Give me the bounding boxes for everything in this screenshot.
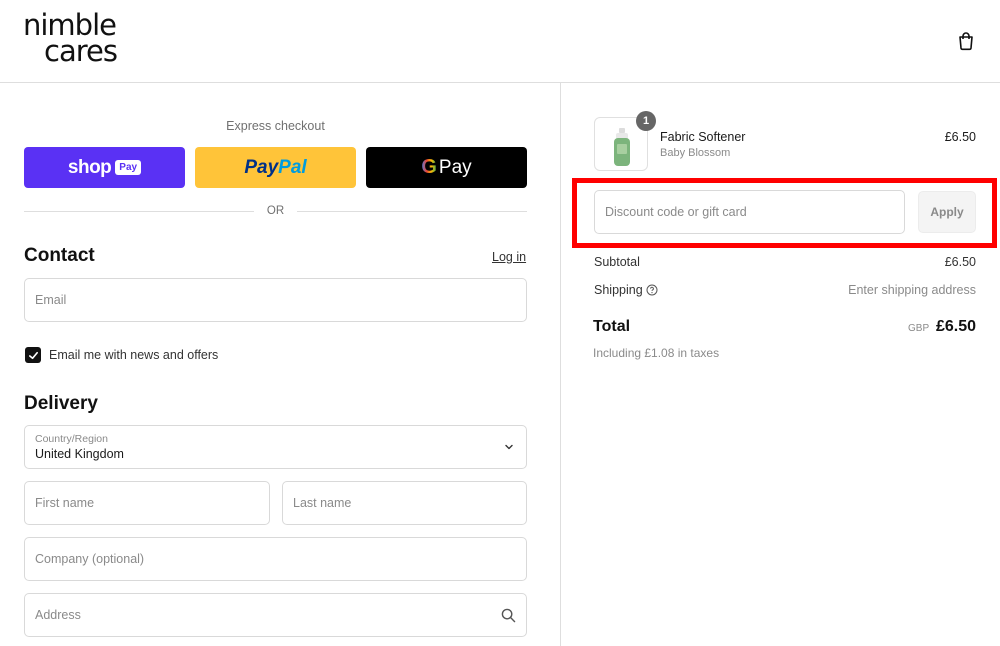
last-name-field[interactable]: Last name: [282, 481, 527, 525]
email-field[interactable]: Email: [24, 278, 527, 322]
search-icon: [501, 608, 516, 623]
login-link[interactable]: Log in: [492, 250, 526, 264]
subtotal-label: Subtotal: [594, 255, 640, 269]
first-name-placeholder: First name: [35, 496, 95, 510]
shipping-label: Shipping: [594, 283, 643, 297]
chevron-down-icon: [505, 444, 513, 450]
country-value: United Kingdom: [35, 447, 124, 461]
paypal-button[interactable]: PayPal: [195, 147, 356, 188]
shop-pay-badge: Pay: [115, 160, 142, 175]
product-name: Fabric Softener: [660, 130, 746, 144]
express-checkout-label: Express checkout: [226, 119, 325, 133]
checkmark-icon: [28, 351, 38, 359]
header: nimble cares: [0, 0, 1000, 83]
google-pay-button[interactable]: G Pay: [366, 147, 527, 188]
logo[interactable]: nimble cares: [23, 11, 118, 66]
newsletter-label[interactable]: Email me with news and offers: [49, 348, 218, 362]
total-label: Total: [593, 318, 631, 335]
quantity-badge: 1: [636, 111, 656, 131]
total-value: £6.50: [935, 318, 976, 335]
email-placeholder: Email: [35, 293, 67, 307]
tax-note: Including £1.08 in taxes: [593, 346, 720, 360]
google-pay-logo: G Pay: [421, 156, 471, 179]
shipping-value: Enter shipping address: [848, 283, 976, 297]
paypal-logo-part2: Pal: [278, 156, 307, 178]
or-line-right: [297, 211, 527, 212]
contact-title: Contact: [24, 245, 95, 266]
google-pay-word: Pay: [438, 156, 472, 178]
google-g-icon: G: [421, 156, 437, 178]
subtotal-value: £6.50: [944, 255, 976, 269]
product-price: £6.50: [944, 130, 976, 144]
highlight-annotation: [572, 178, 997, 248]
first-name-field[interactable]: First name: [24, 481, 270, 525]
company-placeholder: Company (optional): [35, 552, 145, 566]
paypal-logo: PayPal: [244, 157, 306, 179]
newsletter-checkbox[interactable]: [25, 347, 41, 363]
or-divider: OR: [24, 204, 527, 220]
total-currency: GBP: [908, 323, 930, 334]
column-divider: [560, 83, 561, 646]
last-name-placeholder: Last name: [293, 496, 352, 510]
address-placeholder: Address: [35, 608, 81, 622]
product-variant: Baby Blossom: [660, 147, 731, 159]
help-circle-icon[interactable]: [646, 284, 658, 296]
paypal-logo-part1: Pay: [244, 156, 279, 178]
shop-pay-button[interactable]: shop Pay: [24, 147, 185, 188]
shipping-label-row: Shipping: [594, 283, 658, 297]
shop-pay-word: shop: [67, 156, 112, 178]
country-select[interactable]: Country/Region United Kingdom: [24, 425, 527, 469]
country-label: Country/Region: [35, 433, 108, 445]
address-field[interactable]: Address: [24, 593, 527, 637]
delivery-title: Delivery: [24, 393, 98, 414]
company-field[interactable]: Company (optional): [24, 537, 527, 581]
shopping-bag-icon[interactable]: [956, 31, 976, 51]
